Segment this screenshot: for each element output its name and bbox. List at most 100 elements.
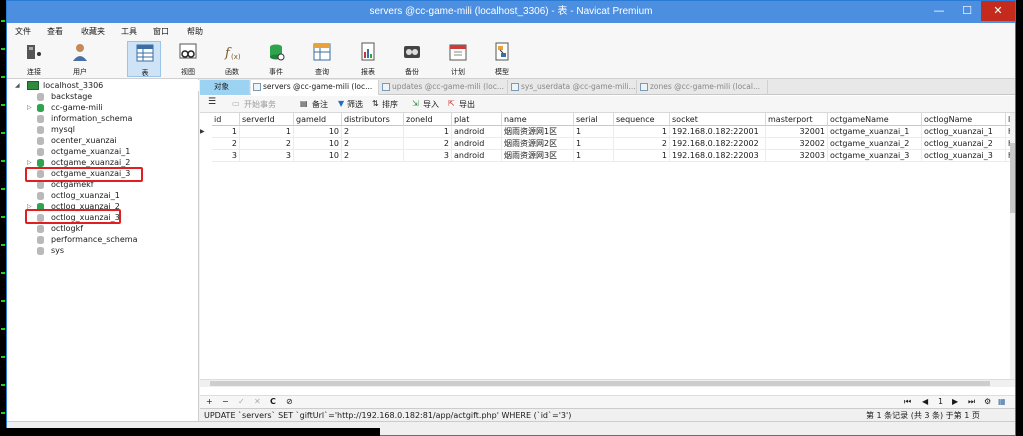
menu-tools[interactable]: 工具 (121, 26, 137, 37)
table-cell[interactable]: 2 (212, 138, 240, 150)
table-cell[interactable]: 2 (404, 138, 452, 150)
collapse-arrow-icon[interactable]: ◢ (15, 80, 20, 91)
table-cell[interactable]: octgame_xuanzai_2 (828, 138, 922, 150)
table-cell[interactable]: octlog_xuanzai_3 (922, 150, 1006, 162)
menu-view[interactable]: 查看 (47, 26, 63, 37)
import-button[interactable]: 导入 (423, 99, 439, 110)
column-header[interactable]: socket (670, 113, 766, 126)
expand-arrow-icon[interactable]: ▷ (27, 102, 32, 113)
column-header[interactable]: octgameName (828, 113, 922, 126)
menu-help[interactable]: 帮助 (187, 26, 203, 37)
column-header[interactable]: plat (452, 113, 502, 126)
column-header[interactable]: serverId (240, 113, 294, 126)
column-header[interactable]: sequence (614, 113, 670, 126)
table-cell[interactable]: 192.168.0.182:22003 (670, 150, 766, 162)
apply-changes-button[interactable]: ✓ (238, 397, 245, 406)
table-cell[interactable]: 3 (240, 150, 294, 162)
menu-window[interactable]: 窗口 (153, 26, 169, 37)
table-cell[interactable]: octlog_xuanzai_2 (922, 138, 1006, 150)
model-button[interactable]: 模型 (485, 41, 519, 77)
minimize-button[interactable]: — (925, 1, 953, 21)
backup-button[interactable]: 备份 (395, 41, 429, 77)
user-button[interactable]: 用户 (63, 41, 97, 77)
tab-objects[interactable]: 对象 (200, 80, 250, 95)
menu-icon[interactable]: ☰ (208, 97, 216, 107)
settings-button[interactable]: ⚙ (984, 397, 991, 406)
tab-servers[interactable]: servers @cc-game-mili (loc... (251, 80, 379, 95)
table-cell[interactable]: 32003 (766, 150, 828, 162)
table-cell[interactable]: 1 (212, 126, 240, 138)
export-button[interactable]: 导出 (459, 99, 475, 110)
table-cell[interactable]: 32001 (766, 126, 828, 138)
table-cell[interactable]: android (452, 126, 502, 138)
prev-page-button[interactable]: ◀ (922, 397, 928, 406)
column-header[interactable]: distributors (342, 113, 404, 126)
table-cell[interactable]: 烟雨资源网1区 (502, 126, 574, 138)
table-cell[interactable]: 1 (404, 126, 452, 138)
discard-changes-button[interactable]: ✕ (254, 397, 261, 406)
column-header[interactable]: octlogName (922, 113, 1006, 126)
function-button[interactable]: f (x) 函数 (215, 41, 249, 77)
report-button[interactable]: 报表 (351, 41, 385, 77)
table-cell[interactable]: 10 (294, 138, 342, 150)
filter-button[interactable]: 筛选 (347, 99, 363, 110)
horizontal-scrollbar[interactable] (200, 379, 1015, 387)
table-cell[interactable]: 烟雨资源网3区 (502, 150, 574, 162)
view-button[interactable]: 视图 (171, 41, 205, 77)
begin-transaction-button[interactable]: 开始事务 (244, 99, 276, 110)
table-cell[interactable]: 3 (212, 150, 240, 162)
table-cell[interactable]: 1 (574, 138, 614, 150)
next-page-button[interactable]: ▶ (952, 397, 958, 406)
tab-sys-userdata[interactable]: sys_userdata @cc-game-mili... (509, 80, 637, 95)
column-header[interactable]: name (502, 113, 574, 126)
last-page-button[interactable]: ⏭ (968, 397, 975, 407)
table-cell[interactable]: 2 (614, 138, 670, 150)
memo-button[interactable]: 备注 (312, 99, 328, 110)
table-button[interactable]: 表 (127, 41, 161, 77)
table-cell[interactable]: 32002 (766, 138, 828, 150)
tab-zones[interactable]: zones @cc-game-mili (local... (638, 80, 768, 95)
column-header[interactable]: gameId (294, 113, 342, 126)
table-cell[interactable]: octlog_xuanzai_1 (922, 126, 1006, 138)
table-cell[interactable]: 2 (240, 138, 294, 150)
table-cell[interactable]: 1 (240, 126, 294, 138)
grid-view-icon[interactable]: ▦ (998, 397, 1006, 406)
schedule-button[interactable]: 计划 (441, 41, 475, 77)
column-header[interactable]: id (212, 113, 240, 126)
query-button[interactable]: 查询 (305, 41, 339, 77)
menu-favorites[interactable]: 收藏夹 (81, 26, 105, 37)
vertical-scrollbar[interactable] (1010, 113, 1015, 379)
menu-file[interactable]: 文件 (15, 26, 31, 37)
event-button[interactable]: 事件 (259, 41, 293, 77)
table-cell[interactable]: 2 (342, 126, 404, 138)
scrollbar-thumb[interactable] (210, 381, 990, 386)
first-page-button[interactable]: ⏮ (904, 397, 911, 407)
add-record-button[interactable]: + (206, 397, 213, 406)
table-cell[interactable]: android (452, 138, 502, 150)
scrollbar-thumb[interactable] (1010, 143, 1015, 213)
sort-button[interactable]: 排序 (382, 99, 398, 110)
tab-updates[interactable]: updates @cc-game-mili (loc... (380, 80, 508, 95)
refresh-button[interactable]: C (270, 397, 276, 406)
delete-record-button[interactable]: − (222, 397, 229, 406)
table-cell[interactable]: 10 (294, 126, 342, 138)
connection-button[interactable]: 连接 (17, 41, 51, 77)
table-cell[interactable]: 2 (342, 150, 404, 162)
maximize-button[interactable]: ☐ (953, 1, 981, 21)
column-header[interactable]: zoneId (404, 113, 452, 126)
table-cell[interactable]: 10 (294, 150, 342, 162)
tree-connection[interactable]: ◢ localhost_3306 (7, 80, 199, 91)
column-header[interactable]: serial (574, 113, 614, 126)
close-button[interactable]: ✕ (981, 1, 1015, 21)
column-header[interactable]: masterport (766, 113, 828, 126)
table-cell[interactable]: 3 (404, 150, 452, 162)
table-cell[interactable]: octgame_xuanzai_3 (828, 150, 922, 162)
table-cell[interactable]: 1 (614, 150, 670, 162)
table-cell[interactable]: 192.168.0.182:22002 (670, 138, 766, 150)
table-cell[interactable]: 1 (574, 150, 614, 162)
table-cell[interactable]: 192.168.0.182:22001 (670, 126, 766, 138)
table-cell[interactable]: 1 (614, 126, 670, 138)
table-cell[interactable]: 烟雨资源网2区 (502, 138, 574, 150)
table-cell[interactable]: octgame_xuanzai_1 (828, 126, 922, 138)
table-cell[interactable]: 1 (574, 126, 614, 138)
